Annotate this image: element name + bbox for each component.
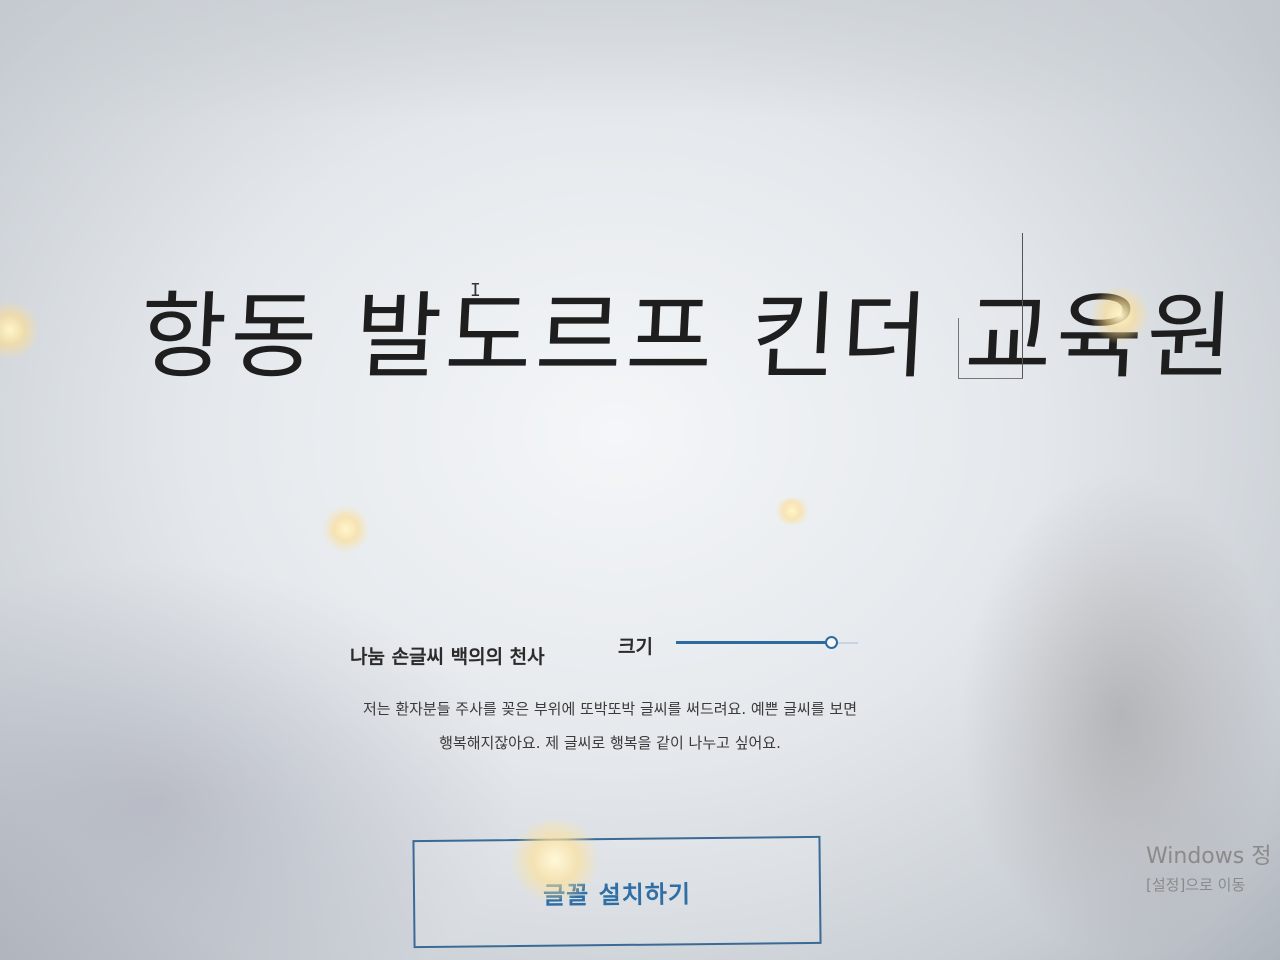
screen-reflection-top (0, 0, 1280, 120)
font-preview-text[interactable]: 항동 발도르프 킨더 교육원 (137, 278, 1240, 398)
text-selection-box (958, 318, 1023, 379)
text-cursor (1022, 233, 1023, 378)
size-slider[interactable] (676, 632, 858, 652)
size-slider-thumb[interactable] (824, 636, 838, 649)
font-preview-area[interactable]: 항동 발도르프 킨더 교육원 (137, 233, 1240, 408)
install-font-button[interactable]: 글꼴 설치하기 (412, 835, 822, 949)
size-label: 크기 (618, 636, 653, 658)
description-line-1: 저는 환자분들 주사를 꽂은 부위에 또박또박 글씨를 써드려요. 예쁜 글씨를… (362, 700, 858, 718)
ibeam-cursor-icon: I (470, 280, 481, 301)
watermark-title: Windows 정 (1146, 844, 1272, 869)
font-name: 나눔 손글씨 백의의 천사 (350, 646, 545, 668)
watermark-subtitle: [설정]으로 이동 (1146, 876, 1246, 894)
font-info-row: 나눔 손글씨 백의의 천사 크기 (350, 632, 870, 672)
font-description: 저는 환자분들 주사를 꽂은 부위에 또박또박 글씨를 써드려요. 예쁜 글씨를… (300, 692, 920, 760)
windows-activation-watermark: Windows 정 [설정]으로 이동 (1146, 842, 1280, 898)
light-glare (772, 498, 812, 524)
light-glare (322, 505, 370, 553)
description-line-2: 행복해지잖아요. 제 글씨로 행복을 같이 나누고 싶어요. (439, 734, 781, 752)
install-font-button-label: 글꼴 설치하기 (542, 879, 692, 910)
light-glare (0, 300, 40, 360)
size-slider-fill (676, 641, 831, 644)
